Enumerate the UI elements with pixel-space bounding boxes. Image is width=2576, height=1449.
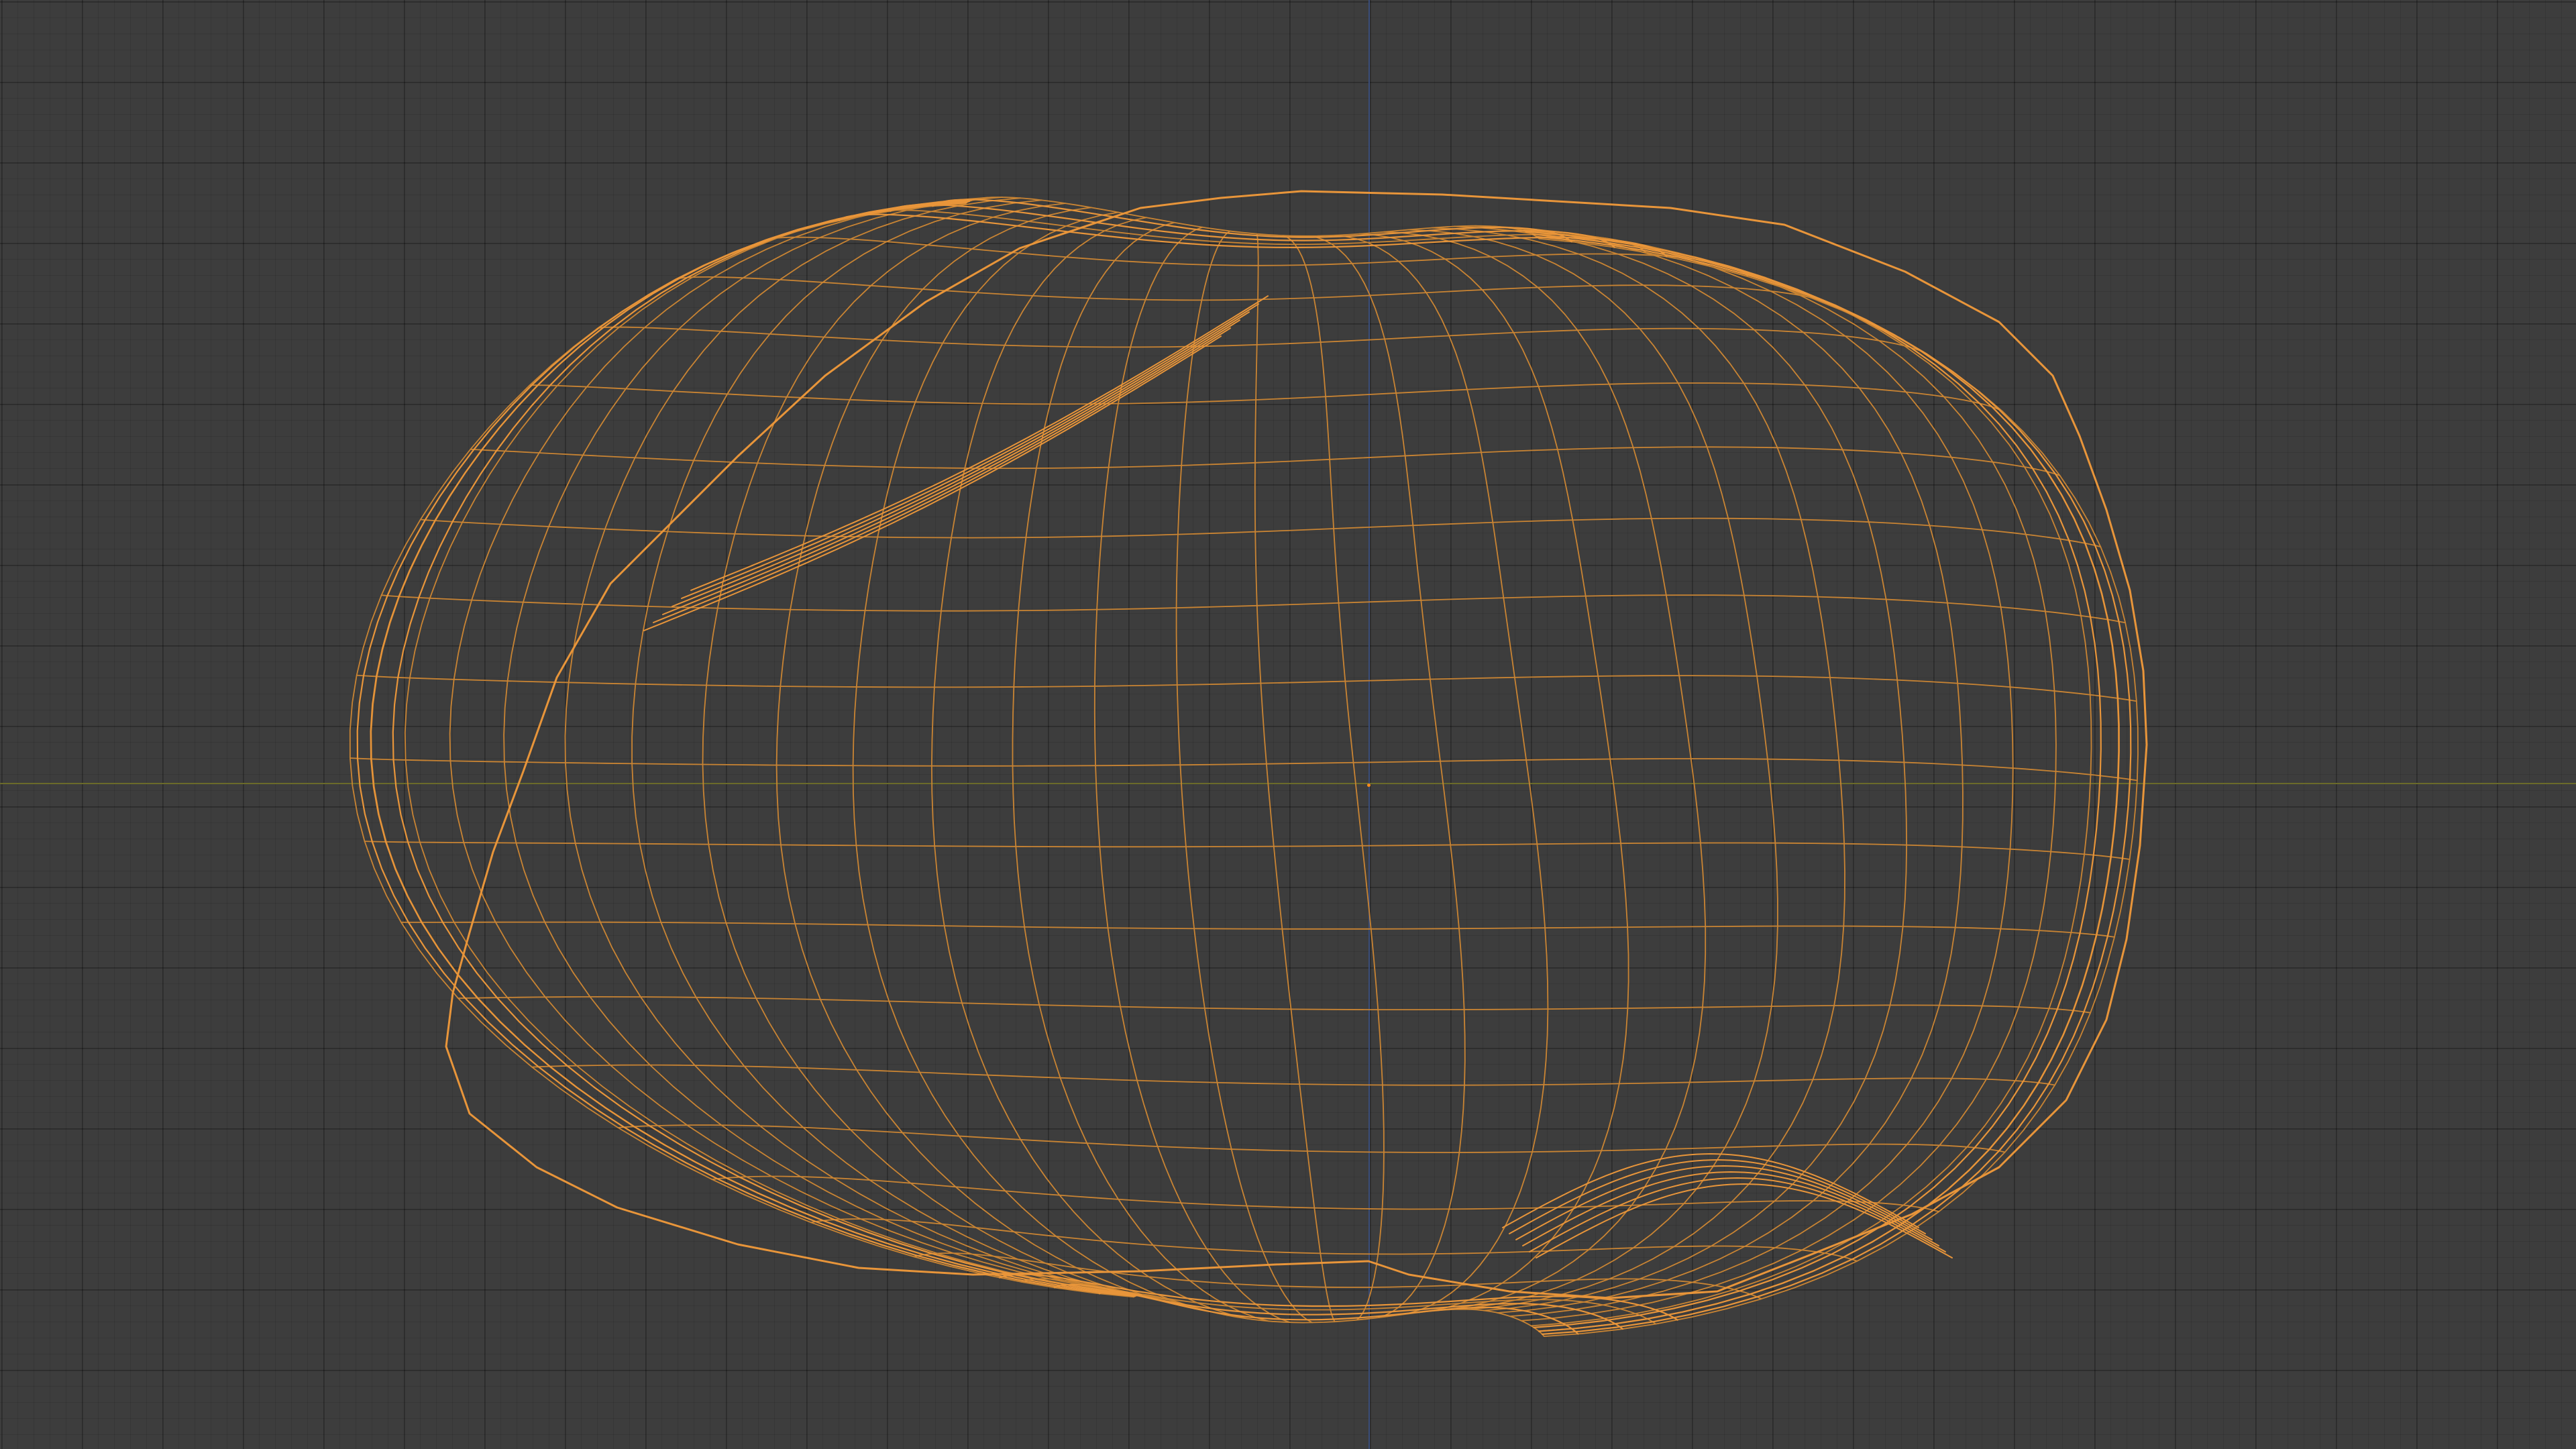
mesh-edge	[370, 200, 1138, 1296]
mesh-edge	[1453, 225, 1908, 1311]
mesh-edge	[392, 199, 1142, 1296]
mesh-edge	[1431, 227, 1845, 1310]
mesh-edge	[998, 1273, 1678, 1321]
mesh-edge	[1308, 235, 1466, 1318]
mesh-edge	[356, 674, 2137, 702]
mesh-edge	[711, 1175, 1940, 1212]
mesh-edge	[1538, 237, 2139, 1337]
object-origin-marker	[1367, 784, 1371, 787]
mesh-edge	[1493, 225, 2014, 1318]
wireframe-mesh[interactable]	[0, 0, 2576, 1449]
mesh-edge	[617, 1124, 2006, 1153]
mesh-edge	[1525, 231, 2102, 1329]
mesh-edge	[1509, 1159, 1926, 1234]
mesh-edge	[364, 841, 2131, 860]
mesh-edge	[380, 594, 2127, 624]
mesh-edge	[596, 326, 1931, 357]
mesh-edge	[1532, 233, 2120, 1332]
mesh-edge	[1529, 1177, 1946, 1252]
mesh-silhouette	[445, 190, 2148, 1299]
mesh-edge	[356, 202, 1136, 1297]
mesh-edge	[1334, 234, 1549, 1316]
mesh-edge	[1502, 1153, 1919, 1228]
mesh-edge	[1509, 227, 2057, 1322]
3d-viewport[interactable]	[0, 0, 2576, 1449]
mesh-edge	[529, 382, 2003, 413]
mesh-edge	[503, 197, 1160, 1298]
mesh-edge	[1536, 235, 2132, 1336]
mesh-edge	[470, 446, 2061, 476]
mesh-edge	[890, 204, 1615, 248]
mesh-edge	[404, 198, 1144, 1295]
mesh-edge	[1132, 1294, 1545, 1337]
mesh-edge	[681, 303, 1259, 599]
mesh-edge	[1175, 230, 1313, 1324]
mesh-edges	[349, 197, 2139, 1337]
mesh-edge	[852, 211, 1229, 1316]
mesh-edge	[458, 996, 2092, 1014]
mesh-edge	[350, 757, 2138, 782]
mesh-edge	[931, 217, 1248, 1320]
mesh-edge	[531, 1064, 2056, 1086]
mesh-edge	[564, 197, 1171, 1301]
mesh-edge	[400, 921, 2115, 938]
mesh-edge	[1474, 225, 1964, 1313]
mesh-edge	[370, 200, 1138, 1297]
mesh-edge	[690, 295, 1269, 591]
mesh-edge	[1012, 221, 1269, 1322]
mesh-edge	[810, 1218, 1858, 1262]
mesh-edge	[349, 203, 1134, 1298]
mesh-edge	[1532, 233, 2120, 1332]
mesh-edge	[932, 199, 1572, 243]
